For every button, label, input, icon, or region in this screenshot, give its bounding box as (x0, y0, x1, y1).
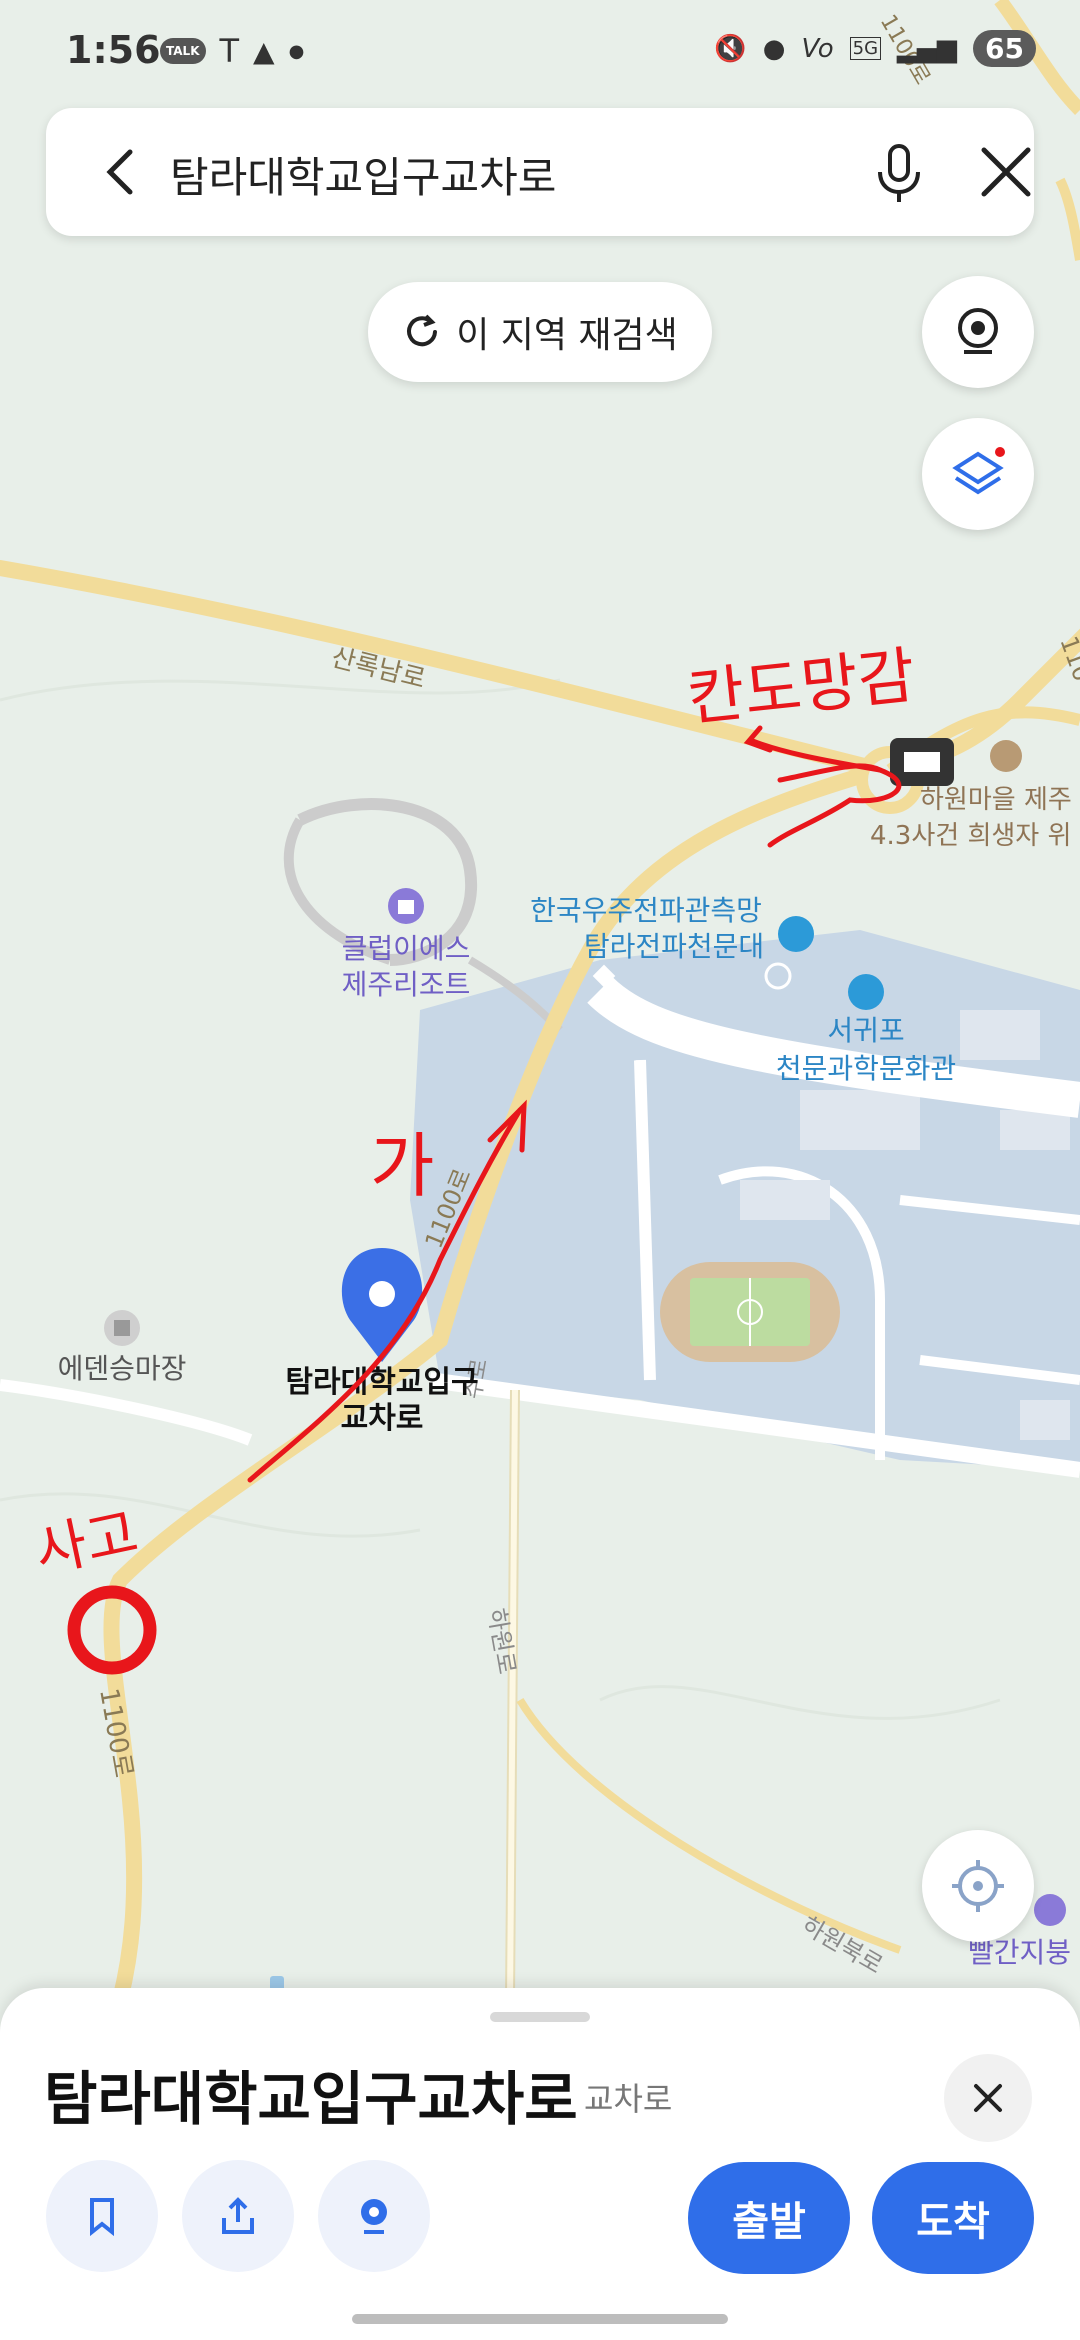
depart-button[interactable]: 출발 (688, 2162, 850, 2274)
save-bookmark-button[interactable] (46, 2160, 158, 2272)
dot-icon: ● (288, 40, 305, 62)
bookmark-icon (90, 2198, 114, 2237)
status-time: 1:56 (66, 28, 161, 72)
battery-indicator: 65 (973, 30, 1036, 67)
mute-icon: 🔇 (714, 33, 747, 64)
sheet-drag-handle[interactable] (490, 2012, 590, 2022)
signal-icon: ▂▄▆ (897, 33, 958, 64)
mic-icon[interactable] (864, 138, 934, 208)
place-title: 탐라대학교입구교차로 (44, 2065, 578, 2133)
volte-label: Vo (801, 33, 834, 64)
tesla-icon: T (219, 32, 240, 70)
place-bottom-sheet[interactable]: 탐라대학교입구교차로 교차로 출발 도착 (0, 1988, 1080, 2340)
research-area-label: 이 지역 재검색 (456, 315, 678, 356)
share-icon (222, 2197, 254, 2234)
cctv-view-button[interactable] (318, 2160, 430, 2272)
status-bar: 1:56 TALK T ▲ ● 🔇 ● Vo 5G ▂▄▆ 65 (0, 0, 1080, 100)
svg-text:제주리조트: 제주리조트 (342, 968, 471, 1001)
svg-text:탐라대학교입구: 탐라대학교입구 (285, 1365, 478, 1400)
close-icon (974, 2084, 1002, 2112)
svg-text:서귀포: 서귀포 (827, 1014, 904, 1047)
research-area-button[interactable]: 이 지역 재검색 (368, 282, 712, 382)
back-arrow-icon[interactable] (92, 142, 152, 202)
arrive-button[interactable]: 도착 (872, 2162, 1034, 2274)
home-indicator[interactable] (352, 2314, 728, 2324)
layers-button[interactable] (922, 418, 1034, 530)
network-type: 5G (849, 37, 882, 60)
svg-text:교차로: 교차로 (341, 1401, 424, 1436)
share-button[interactable] (182, 2160, 294, 2272)
navigation-icon: ▲ (253, 34, 275, 68)
svg-text:하원마을 제주: 하원마을 제주 (920, 785, 1072, 815)
annotation-go-label: 가 (370, 1125, 434, 1207)
svg-text:에덴승마장: 에덴승마장 (58, 1352, 187, 1385)
close-icon[interactable] (976, 142, 1036, 202)
cctv-icon[interactable] (890, 738, 954, 786)
my-location-button[interactable] (922, 1830, 1034, 1942)
cctv-toggle-button[interactable] (922, 276, 1034, 388)
search-bar[interactable]: 탐라대학교입구교차로 (46, 108, 1034, 236)
svg-text:4.3사건 희생자 위: 4.3사건 희생자 위 (870, 821, 1071, 851)
layers-icon (952, 447, 1005, 495)
svg-text:천문과학문화관: 천문과학문화관 (776, 1052, 956, 1085)
place-category: 교차로 (584, 2080, 673, 2118)
search-query[interactable]: 탐라대학교입구교차로 (170, 144, 556, 205)
location-icon: ● (762, 33, 786, 64)
refresh-icon (407, 314, 438, 347)
crosshair-icon (952, 1860, 1004, 1912)
stadium (660, 1262, 840, 1362)
talk-icon: TALK (160, 38, 206, 64)
svg-text:클럽이에스: 클럽이에스 (342, 932, 471, 965)
svg-text:탐라전파천문대: 탐라전파천문대 (584, 930, 764, 963)
sheet-close-button[interactable] (944, 2054, 1032, 2142)
webcam-icon (958, 308, 998, 354)
webcam-icon (361, 2199, 387, 2234)
svg-text:한국우주전파관측망: 한국우주전파관측망 (530, 894, 762, 927)
